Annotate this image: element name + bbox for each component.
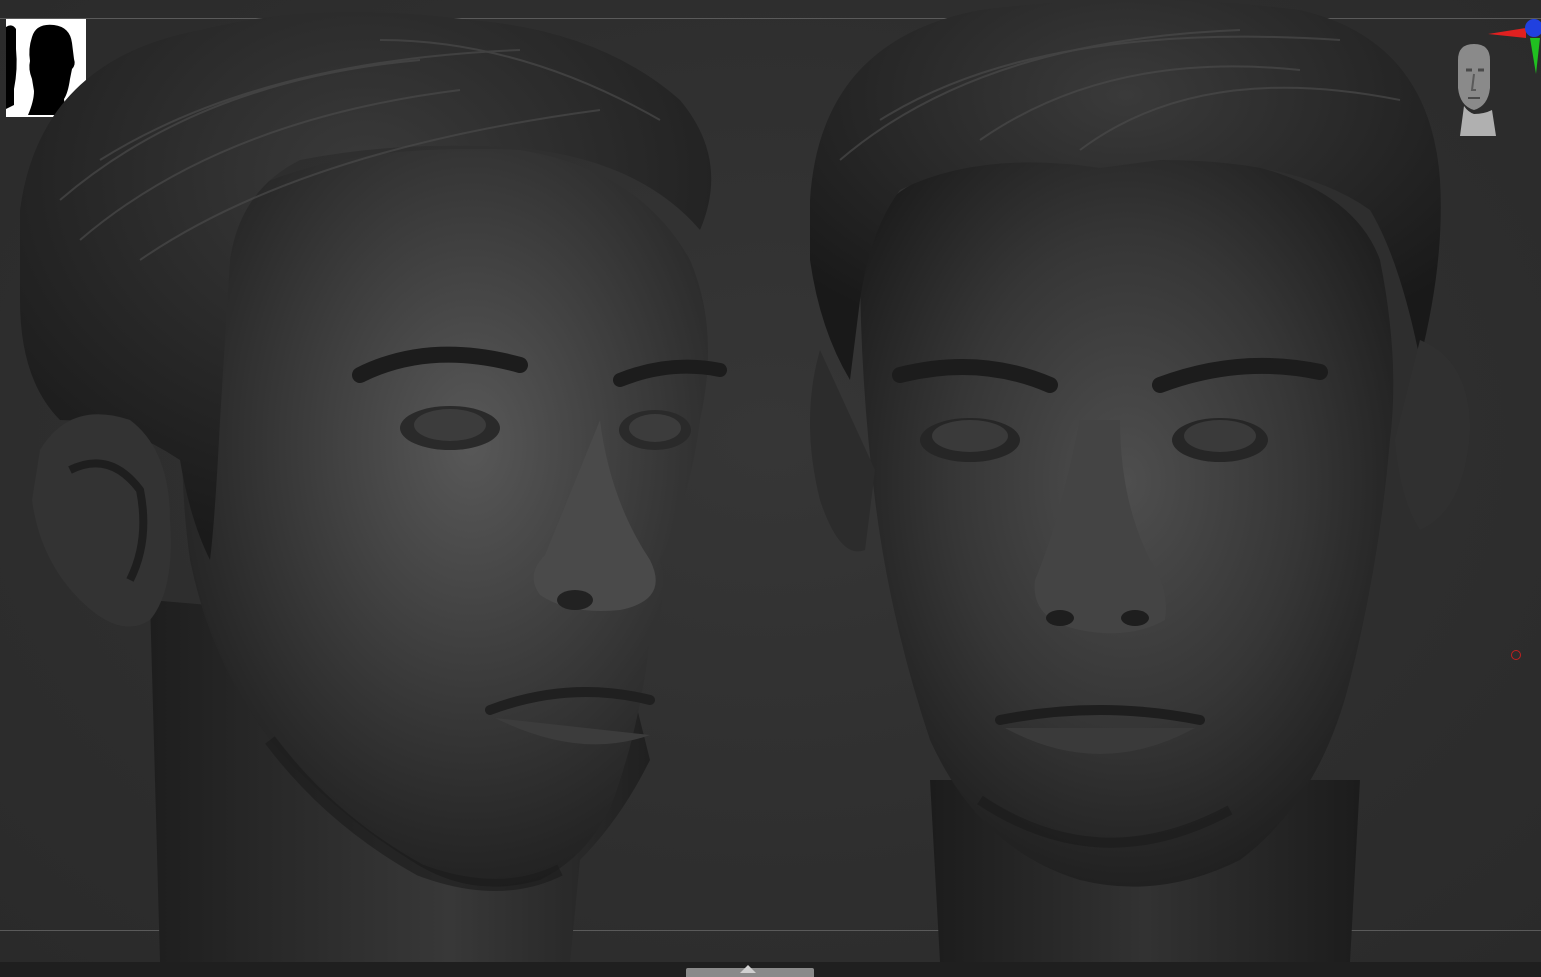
xyz-axis-gizmo[interactable] — [1486, 14, 1541, 80]
pivot-circle-icon[interactable] — [1511, 650, 1521, 660]
sculpt-viewport[interactable] — [0, 0, 1541, 977]
sculpt-three-quarter-view[interactable] — [0, 0, 760, 962]
sculpt-front-view[interactable] — [780, 0, 1480, 962]
collapse-arrow-icon[interactable] — [740, 965, 756, 973]
